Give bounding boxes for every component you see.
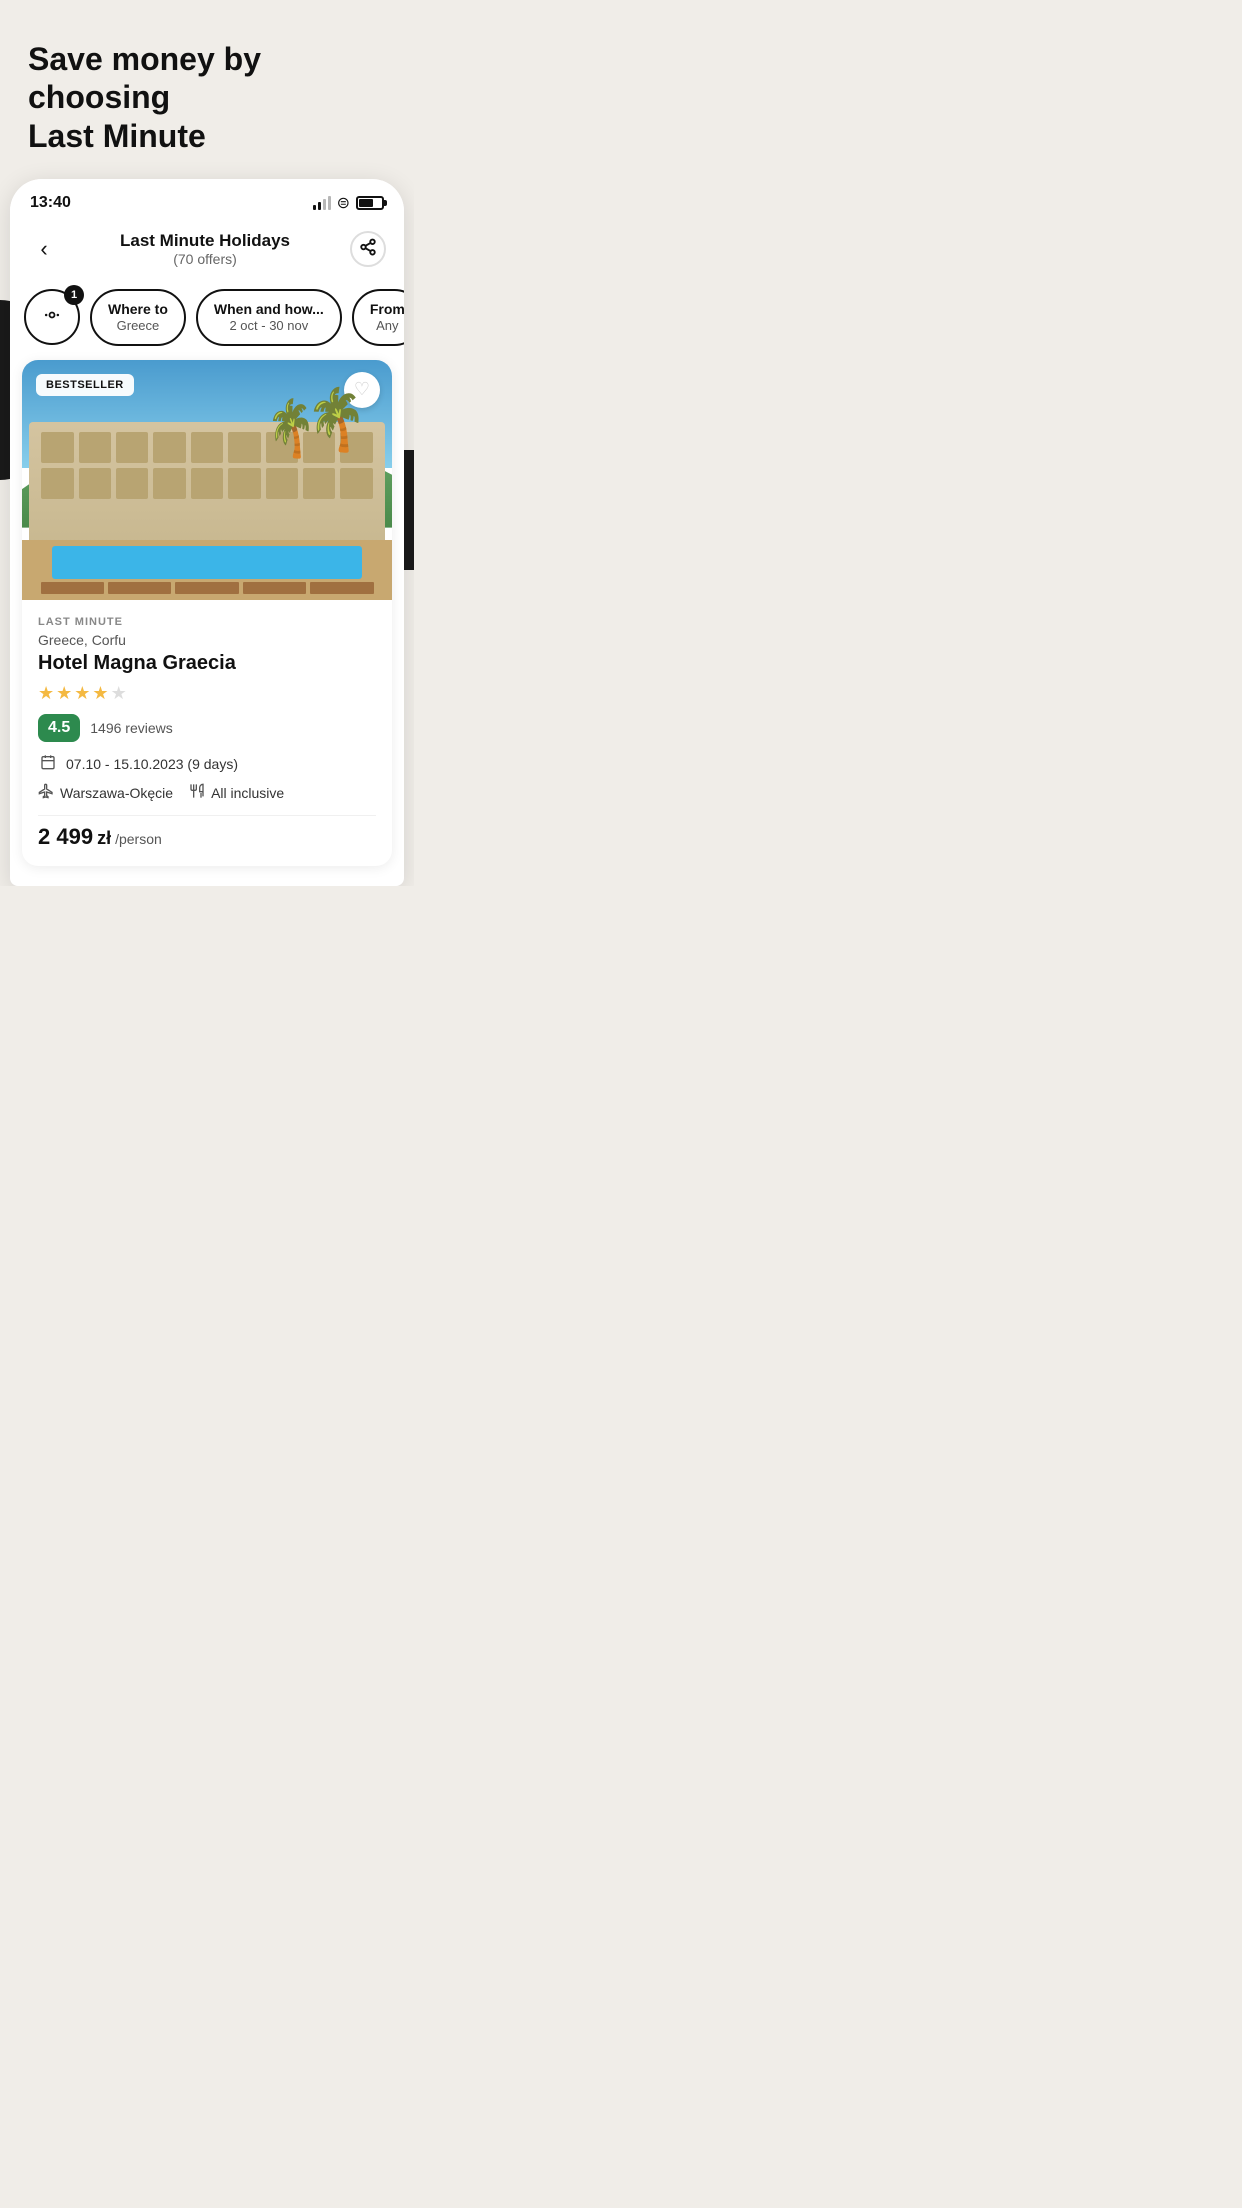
star-1: ★	[38, 683, 54, 704]
signal-icon	[313, 196, 331, 210]
battery-icon	[356, 196, 384, 210]
nav-title-sub: (70 offers)	[60, 251, 350, 267]
status-bar: 13:40 ⊜	[10, 179, 404, 221]
star-2: ★	[56, 683, 72, 704]
when-label: When and how...	[214, 301, 324, 318]
when-value: 2 oct - 30 nov	[229, 318, 308, 334]
phone-mockup: 13:40 ⊜ ‹ Last Minute Holidays (70 offer…	[10, 179, 404, 885]
where-to-label: Where to	[108, 301, 168, 318]
hotel-image: 🌴 🌴	[22, 360, 392, 600]
back-button[interactable]: ‹	[28, 233, 60, 265]
share-button[interactable]	[350, 231, 386, 267]
star-3: ★	[74, 683, 90, 704]
filter-settings-icon	[42, 305, 62, 330]
from-chip[interactable]: From Any	[352, 289, 404, 345]
page-title: Save money by choosing Last Minute	[28, 40, 386, 155]
hotel-image-container: 🌴 🌴 BESTSELLER ♡ 1/16	[22, 360, 392, 600]
from-value: Any	[376, 318, 398, 334]
filter-badge: 1	[64, 285, 84, 305]
airport-info: Warszawa-Okęcie	[38, 783, 173, 803]
status-icons: ⊜	[313, 193, 384, 213]
from-label: From	[370, 301, 404, 318]
star-4: ★	[92, 683, 108, 704]
page-background: Save money by choosing Last Minute 13:40…	[0, 0, 414, 886]
price-currency: zł	[97, 828, 111, 849]
nav-title-main: Last Minute Holidays	[60, 231, 350, 251]
bestseller-badge: BESTSELLER	[36, 374, 134, 396]
rating-badge: 4.5	[38, 714, 80, 742]
calendar-icon	[38, 754, 58, 775]
date-text: 07.10 - 15.10.2023 (9 days)	[66, 756, 238, 772]
reviews-count: 1496 reviews	[90, 720, 173, 736]
price-row: 2 499 zł /person	[38, 815, 376, 850]
share-icon	[359, 238, 377, 261]
amenities-row: Warszawa-Okęcie All inclusive	[38, 783, 376, 803]
plane-icon	[38, 783, 54, 803]
nav-title: Last Minute Holidays (70 offers)	[60, 231, 350, 267]
star-5: ★	[111, 683, 127, 704]
rating-row: 4.5 1496 reviews	[38, 714, 376, 742]
meal-icon	[189, 783, 205, 803]
hotel-card-content: LAST MINUTE Greece, Corfu Hotel Magna Gr…	[22, 600, 392, 866]
hotel-tag: LAST MINUTE	[38, 616, 376, 628]
airport-text: Warszawa-Okęcie	[60, 785, 173, 801]
wifi-icon: ⊜	[337, 193, 350, 213]
meal-info: All inclusive	[189, 783, 284, 803]
price-per-person: /person	[115, 831, 162, 847]
navigation-bar: ‹ Last Minute Holidays (70 offers)	[10, 221, 404, 279]
back-arrow-icon: ‹	[40, 236, 47, 262]
where-to-chip[interactable]: Where to Greece	[90, 289, 186, 345]
date-row: 07.10 - 15.10.2023 (9 days)	[38, 754, 376, 775]
meal-text: All inclusive	[211, 785, 284, 801]
where-to-value: Greece	[117, 318, 160, 334]
price-amount: 2 499	[38, 824, 93, 850]
when-chip[interactable]: When and how... 2 oct - 30 nov	[196, 289, 342, 345]
hotel-stars: ★ ★ ★ ★ ★	[38, 683, 376, 704]
headline-section: Save money by choosing Last Minute	[0, 0, 414, 179]
hotel-card[interactable]: 🌴 🌴 BESTSELLER ♡ 1/16	[22, 360, 392, 866]
filter-icon-chip[interactable]: 1	[24, 289, 80, 345]
hotel-location: Greece, Corfu	[38, 632, 376, 648]
status-time: 13:40	[30, 194, 71, 212]
hotel-name: Hotel Magna Graecia	[38, 652, 376, 675]
filter-row: 1 Where to Greece When and how... 2 oct …	[10, 279, 404, 359]
